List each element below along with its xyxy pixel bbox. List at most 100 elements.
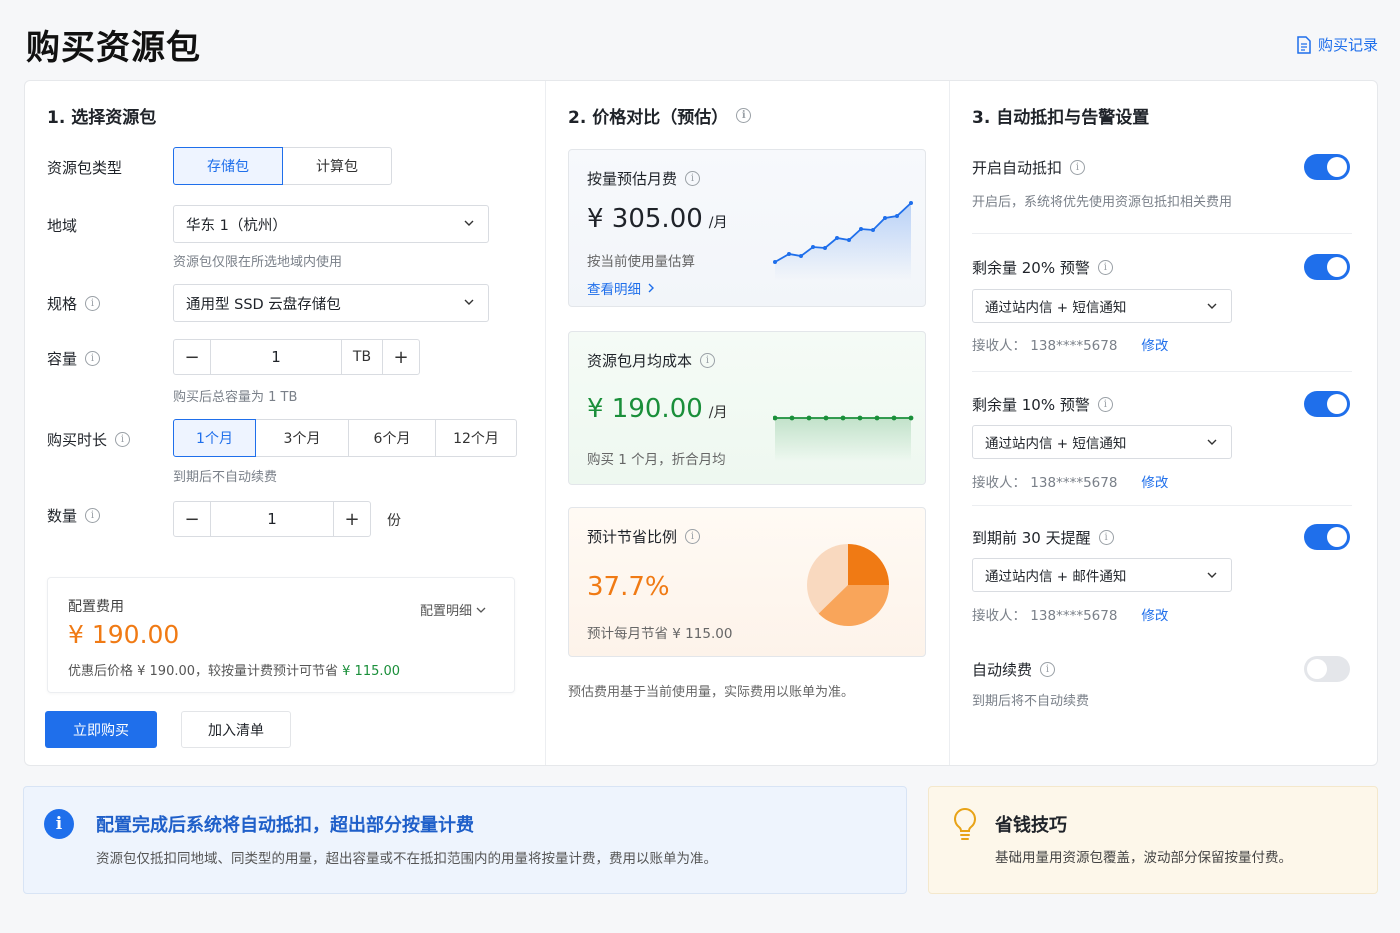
fee-saving: ¥ 115.00 [342, 664, 401, 679]
info-icon[interactable]: i [1097, 260, 1113, 275]
region-hint: 资源包仅限在所选地域内使用 [173, 255, 343, 270]
increase-button[interactable]: + [382, 339, 420, 375]
type-option-storage[interactable]: 存储包 [173, 147, 283, 185]
info-banner: i 配置完成后系统将自动抵扣，超出部分按量计费 资源包仅抵扣同地域、同类型的用量… [23, 786, 907, 894]
auto-deduct-toggle[interactable] [1304, 154, 1350, 180]
alert-20-toggle[interactable] [1304, 254, 1350, 280]
info-banner-text: 资源包仅抵扣同地域、同类型的用量，超出容量或不在抵扣范围内的用量将按量计费，费用… [96, 851, 717, 867]
tip-banner: 省钱技巧 基础用量用资源包覆盖，波动部分保留按量付费。 [928, 786, 1378, 894]
section-title-compare: 2. 价格对比（预估） i [568, 103, 752, 128]
alert-20-receiver: 接收人： 138****5678 修改 [972, 338, 1169, 354]
saving-sub: 预计每月节省 ¥ 115.00 [587, 626, 733, 642]
type-option-compute[interactable]: 计算包 [282, 147, 392, 185]
auto-deduct-desc: 开启后，系统将优先使用资源包抵扣相关费用 [972, 195, 1233, 210]
decrease-button[interactable]: − [173, 339, 211, 375]
info-icon[interactable]: i [1098, 530, 1114, 545]
select-package-section: 1. 选择资源包 资源包类型 存储包 计算包 地域 华东 1（杭州） 资源包仅限… [25, 81, 545, 765]
page-title: 购买资源包 [26, 28, 201, 68]
expiry-receiver: 接收人： 138****5678 修改 [972, 608, 1169, 624]
page: 购买资源包 购买记录 1. 选择资源包 资源包类型 存储包 计算包 地域 华东 … [0, 0, 1400, 933]
purchase-main-card: 1. 选择资源包 资源包类型 存储包 计算包 地域 华东 1（杭州） 资源包仅限… [24, 80, 1378, 766]
fee-summary: 配置费用 配置明细 ¥ 190.00 优惠后价格 ¥ 190.00，较按量计费预… [47, 577, 515, 693]
purchase-records-link[interactable]: 购买记录 [1296, 34, 1378, 55]
region-select[interactable]: 华东 1（杭州） [173, 205, 489, 243]
info-icon[interactable]: i [736, 108, 752, 123]
pack-price: ¥ 190.00/月 [587, 394, 728, 424]
info-icon[interactable]: i [115, 432, 131, 447]
pack-title: 资源包月均成本 i [587, 350, 716, 371]
duration-option-6m[interactable]: 6个月 [348, 419, 436, 457]
chevron-down-icon [476, 607, 486, 613]
capacity-stepper: − 1 TB + [173, 339, 420, 375]
pie-slice-highlight [848, 544, 889, 585]
alert-10-toggle[interactable] [1304, 391, 1350, 417]
alert-10-channel-select[interactable]: 通过站内信 + 短信通知 [972, 425, 1232, 459]
spec-label: 规格 i [47, 293, 101, 314]
capacity-unit: TB [341, 339, 383, 375]
duration-hint: 到期后不自动续费 [173, 470, 278, 485]
alert-10-receiver: 接收人： 138****5678 修改 [972, 475, 1169, 491]
info-icon[interactable]: i [685, 529, 701, 544]
add-to-list-button[interactable]: 加入清单 [181, 711, 291, 748]
section-title-select: 1. 选择资源包 [47, 108, 157, 128]
spec-select[interactable]: 通用型 SSD 云盘存储包 [173, 284, 489, 322]
chevron-down-icon [1207, 303, 1217, 309]
info-icon[interactable]: i [1040, 662, 1056, 677]
saving-percent: 37.7% [587, 572, 670, 602]
payg-title: 按量预估月费 i [587, 168, 701, 189]
fee-detail-toggle[interactable]: 配置明细 [420, 600, 486, 619]
view-detail-link[interactable]: 查看明细 [587, 278, 655, 298]
tip-banner-text: 基础用量用资源包覆盖，波动部分保留按量付费。 [995, 850, 1292, 866]
info-icon[interactable]: i [85, 296, 101, 311]
chevron-right-icon [648, 283, 654, 293]
info-icon[interactable]: i [1070, 160, 1086, 175]
quantity-input[interactable]: 1 [210, 501, 334, 537]
saving-ratio-card: 预计节省比例 i 37.7% 预计每月节省 ¥ 115.00 [568, 507, 926, 657]
info-icon[interactable]: i [85, 351, 101, 366]
quantity-unit: 份 [387, 513, 401, 529]
buy-now-button[interactable]: 立即购买 [45, 711, 157, 748]
auto-renew-toggle[interactable] [1304, 656, 1350, 682]
expiry-channel-select[interactable]: 通过站内信 + 邮件通知 [972, 558, 1232, 592]
price-compare-section: 2. 价格对比（预估） i 按量预估月费 i ¥ 305.00/月 按当前使用量估算… [545, 81, 949, 765]
saving-pie-chart [807, 544, 889, 626]
purchase-records-label: 购买记录 [1317, 36, 1378, 54]
increase-button[interactable]: + [333, 501, 371, 537]
divider [972, 505, 1352, 506]
decrease-button[interactable]: − [173, 501, 211, 537]
tip-banner-title: 省钱技巧 [995, 815, 1067, 836]
quantity-label: 数量 i [47, 505, 101, 526]
edit-receiver-link[interactable]: 修改 [1141, 475, 1168, 491]
chevron-down-icon [1207, 572, 1217, 578]
auto-renew-label: 自动续费 i [972, 659, 1056, 680]
edit-receiver-link[interactable]: 修改 [1141, 338, 1168, 354]
info-icon[interactable]: i [85, 508, 101, 523]
info-icon[interactable]: i [1097, 397, 1113, 412]
expiry-reminder-toggle[interactable] [1304, 524, 1350, 550]
capacity-input[interactable]: 1 [210, 339, 342, 375]
auto-deduct-label: 开启自动抵扣 i [972, 157, 1086, 178]
pack-flat-sparkline [773, 415, 914, 462]
divider [972, 233, 1352, 234]
info-icon[interactable]: i [700, 353, 716, 368]
capacity-label: 容量 i [47, 348, 101, 369]
saving-title: 预计节省比例 i [587, 526, 701, 547]
chevron-down-icon [1207, 439, 1217, 445]
region-label: 地域 [47, 217, 78, 235]
info-banner-title: 配置完成后系统将自动抵扣，超出部分按量计费 [96, 815, 474, 836]
fee-amount: ¥ 190.00 [68, 620, 180, 649]
duration-segment: 1个月 3个月 6个月 12个月 [173, 419, 517, 457]
info-icon[interactable]: i [685, 171, 701, 186]
duration-option-12m[interactable]: 12个月 [435, 419, 517, 457]
duration-option-1m[interactable]: 1个月 [173, 419, 256, 457]
compare-footnote: 预估费用基于当前使用量，实际费用以账单为准。 [568, 685, 855, 700]
divider [972, 371, 1352, 372]
duration-option-3m[interactable]: 3个月 [255, 419, 349, 457]
pack-price-card: 资源包月均成本 i ¥ 190.00/月 购买 1 个月，折合月均 [568, 331, 926, 485]
alert-20-channel-select[interactable]: 通过站内信 + 短信通知 [972, 289, 1232, 323]
package-type-segment: 存储包 计算包 [173, 147, 392, 185]
spec-value: 通用型 SSD 云盘存储包 [186, 296, 341, 313]
edit-receiver-link[interactable]: 修改 [1141, 608, 1168, 624]
payg-price-card: 按量预估月费 i ¥ 305.00/月 按当前使用量估算 查看明细 [568, 149, 926, 307]
chevron-down-icon [464, 220, 474, 226]
